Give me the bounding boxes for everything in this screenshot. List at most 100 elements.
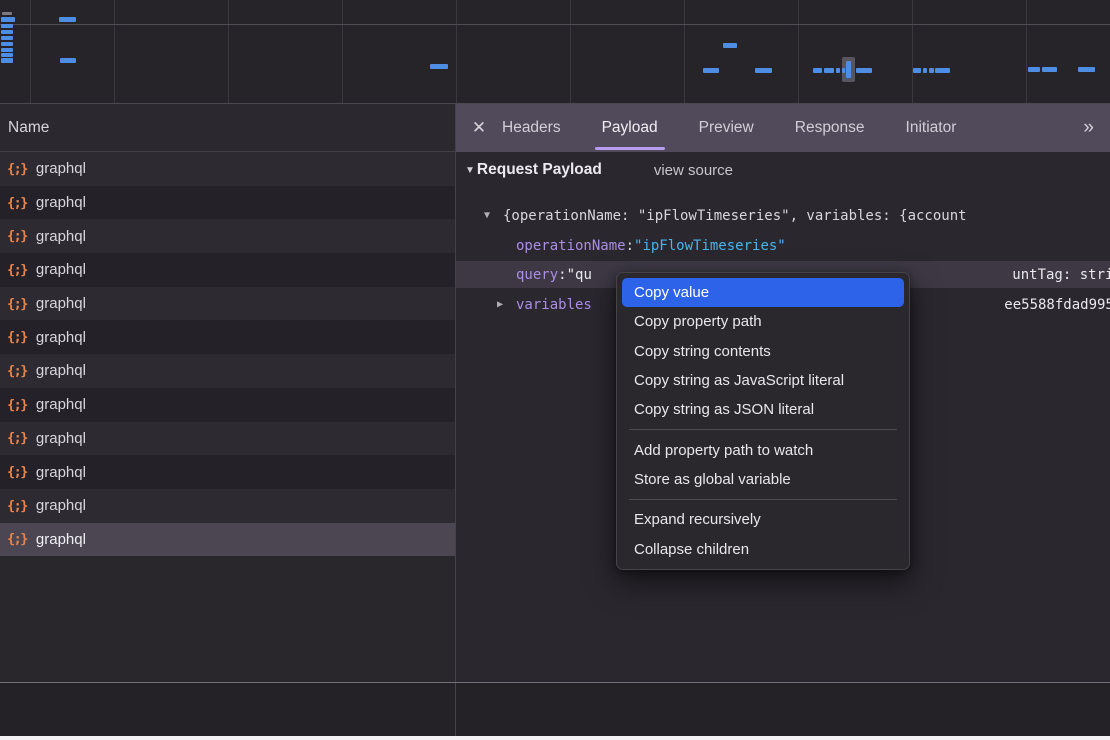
- overview-request-bar: [856, 68, 872, 73]
- request-payload-section: ▼ Request Payload view source: [456, 161, 733, 179]
- close-icon[interactable]: ✕: [456, 104, 502, 152]
- menu-divider: [629, 499, 897, 500]
- overview-request-bar: [813, 68, 822, 73]
- overview-request-bar: [923, 68, 927, 73]
- status-footer: [0, 683, 1110, 736]
- json-request-icon: {;}: [7, 228, 27, 244]
- menu-item[interactable]: Store as global variable: [622, 465, 904, 494]
- network-request-row[interactable]: {;} graphql: [0, 219, 455, 253]
- overview-request-bar: [1, 48, 13, 52]
- overview-request-bar: [913, 68, 921, 73]
- json-request-icon: {;}: [7, 430, 27, 446]
- menu-item[interactable]: Copy value: [622, 278, 904, 307]
- network-request-row[interactable]: {;} graphql: [0, 320, 455, 354]
- panel-divider: [455, 683, 456, 736]
- tab-label: Headers: [502, 119, 561, 137]
- json-request-icon: {;}: [7, 329, 27, 345]
- expander-closed-icon[interactable]: ▶: [497, 299, 516, 310]
- request-name-label: graphql: [36, 261, 86, 278]
- section-disclosure-icon[interactable]: ▼: [465, 165, 475, 176]
- tab-label: Initiator: [906, 119, 957, 137]
- query-value-left-fragment: "qu: [567, 267, 592, 283]
- request-name-label: graphql: [36, 430, 86, 447]
- overview-request-bar: [836, 68, 840, 73]
- overview-request-bar: [755, 68, 772, 73]
- tab-label: Preview: [699, 119, 754, 137]
- more-tabs-icon[interactable]: »: [1083, 104, 1110, 152]
- request-list: {;} graphql {;} graphql {;} graphql {;} graphql…: [0, 152, 455, 556]
- overview-request-bar: [935, 68, 950, 73]
- view-source-link[interactable]: view source: [654, 162, 733, 179]
- request-name-label: graphql: [36, 464, 86, 481]
- tab-label: Payload: [602, 119, 658, 137]
- network-request-row[interactable]: {;} graphql: [0, 287, 455, 321]
- tab-initiator[interactable]: Initiator: [906, 104, 957, 152]
- overview-request-bar: [1, 24, 13, 28]
- details-tabbar: ✕ Headers Payload Preview Response Initiator…: [456, 104, 1110, 152]
- screenshot-bottom-edge: [0, 736, 1110, 740]
- property-key: query: [516, 267, 558, 283]
- tab-payload[interactable]: Payload: [602, 104, 658, 152]
- overview-request-bar: [1, 42, 13, 46]
- request-name-label: graphql: [36, 194, 86, 211]
- json-request-icon: {;}: [7, 262, 27, 278]
- request-name-label: graphql: [36, 531, 86, 548]
- overview-request-bar: [703, 68, 719, 73]
- network-request-row[interactable]: {;}graphql: [0, 152, 455, 186]
- name-column-header[interactable]: Name: [0, 104, 455, 152]
- operation-name-row[interactable]: operationName: "ipFlowTimeseries": [456, 231, 1110, 260]
- overview-request-bar: [846, 61, 851, 78]
- overview-request-bar: [1078, 67, 1095, 72]
- network-request-row[interactable]: {;} graphql: [0, 354, 455, 388]
- menu-item[interactable]: Copy string as JavaScript literal: [622, 366, 904, 395]
- query-value-right-fragment: untTag: string, $f: [1012, 261, 1110, 288]
- network-request-row[interactable]: {;} graphql: [0, 186, 455, 220]
- payload-root-row[interactable]: ▼ {operationName: "ipFlowTimeseries", va…: [456, 201, 1110, 230]
- section-title: Request Payload: [477, 161, 602, 179]
- network-request-row[interactable]: {;} graphql: [0, 455, 455, 489]
- overview-request-bar: [59, 17, 76, 22]
- request-name-label: graphql: [36, 295, 86, 312]
- overview-gridline: [0, 24, 1110, 25]
- menu-item[interactable]: Expand recursively: [622, 505, 904, 534]
- menu-item[interactable]: Copy string contents: [622, 337, 904, 366]
- network-request-row[interactable]: {;} graphql: [0, 388, 455, 422]
- overview-request-bar: [430, 64, 448, 69]
- colon: :: [626, 238, 634, 254]
- overview-request-bar: [1, 53, 13, 57]
- tab-response[interactable]: Response: [795, 104, 865, 152]
- request-name-label: graphql: [36, 362, 86, 379]
- menu-item[interactable]: Copy string as JSON literal: [622, 395, 904, 424]
- menu-item[interactable]: Collapse children: [622, 534, 904, 563]
- tab-headers[interactable]: Headers: [502, 104, 561, 152]
- request-name-label: graphql: [36, 497, 86, 514]
- overview-request-bar: [1042, 67, 1057, 72]
- request-name-label: graphql: [36, 329, 86, 346]
- network-request-row[interactable]: {;} graphql: [0, 422, 455, 456]
- menu-divider: [629, 429, 897, 430]
- json-request-icon: {;}: [7, 296, 27, 312]
- property-key: operationName: [516, 238, 626, 254]
- request-name-label: graphql: [36, 396, 86, 413]
- network-request-row[interactable]: {;}graphql: [0, 523, 455, 557]
- json-request-icon: {;}: [7, 363, 27, 379]
- overview-request-bar: [842, 68, 845, 73]
- network-request-row[interactable]: {;}graphql: [0, 489, 455, 523]
- overview-request-bar: [1, 30, 13, 34]
- overview-request-bar: [723, 43, 737, 48]
- tab-preview[interactable]: Preview: [699, 104, 754, 152]
- menu-item[interactable]: Copy property path: [622, 307, 904, 336]
- request-name-label: graphql: [36, 228, 86, 245]
- overview-request-bar: [824, 68, 834, 73]
- context-menu: Copy valueCopy property pathCopy string …: [616, 272, 910, 570]
- overview-request-bar: [60, 58, 76, 63]
- network-overview[interactable]: [0, 0, 1110, 104]
- json-request-icon: {;}: [7, 464, 27, 480]
- overview-request-bar: [1, 36, 13, 40]
- json-request-icon: {;}: [7, 195, 27, 211]
- payload-summary-text: {operationName: "ipFlowTimeseries", vari…: [503, 208, 967, 224]
- menu-item[interactable]: Add property path to watch: [622, 435, 904, 464]
- expander-open-icon[interactable]: ▼: [484, 210, 503, 221]
- json-request-icon: {;}: [7, 397, 27, 413]
- network-request-row[interactable]: {;} graphql: [0, 253, 455, 287]
